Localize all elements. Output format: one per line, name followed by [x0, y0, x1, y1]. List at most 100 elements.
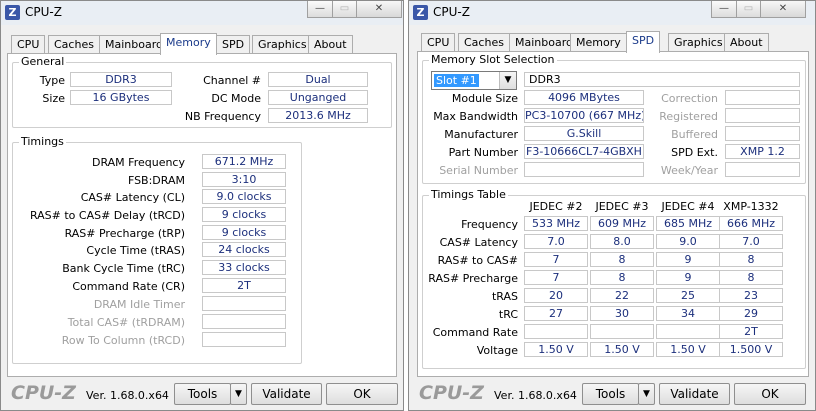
- window-title: CPU-Z: [433, 5, 470, 19]
- tools-button[interactable]: Tools: [582, 383, 639, 405]
- spd-panel: Memory Slot Selection Slot #1 ▼ DDR3 Mod…: [417, 51, 809, 377]
- title-bar[interactable]: Z CPU-Z — ▭ ✕: [409, 1, 815, 25]
- table-cell: 1.50 V: [656, 342, 720, 357]
- voltage-label: Voltage: [476, 344, 518, 357]
- close-button[interactable]: ✕: [760, 1, 806, 18]
- buffered-value: [725, 126, 800, 141]
- table-cell: 9: [656, 270, 720, 285]
- nb-frequency-value: 2013.6 MHz: [268, 108, 368, 123]
- trc-label: tRC: [498, 308, 518, 321]
- serial-number-label: Serial Number: [439, 164, 518, 177]
- header-jedec-4: JEDEC #4: [661, 200, 715, 213]
- cas-latency-label: CAS# Latency: [439, 236, 518, 249]
- slot-select-value: Slot #1: [434, 74, 479, 87]
- timings-table-label: Timings Table: [429, 188, 508, 201]
- trcd-value: 9 clocks: [202, 207, 286, 222]
- validate-button[interactable]: Validate: [659, 383, 730, 405]
- dram-idle-timer-value: [202, 296, 286, 311]
- cpuz-window-memory: Z CPU-Z — ▭ ✕ CPU Caches Mainboard Memor…: [0, 0, 404, 411]
- header-xmp-1332: XMP-1332: [723, 200, 779, 213]
- ok-button[interactable]: OK: [734, 383, 806, 405]
- cpuz-logo-icon: Z: [413, 5, 428, 20]
- tab-about[interactable]: About: [724, 33, 769, 52]
- slot-selection-label: Memory Slot Selection: [429, 53, 557, 66]
- tab-memory[interactable]: Memory: [160, 33, 217, 55]
- table-cell: [590, 324, 654, 339]
- table-cell: 2T: [719, 324, 783, 339]
- minimize-button[interactable]: —: [307, 1, 333, 18]
- channel-label: Channel #: [203, 74, 261, 87]
- table-cell: 1.500 V: [719, 342, 783, 357]
- tab-caches[interactable]: Caches: [458, 33, 510, 52]
- tab-spd[interactable]: SPD: [216, 35, 251, 54]
- module-size-value: 4096 MBytes: [524, 90, 644, 105]
- ras-to-cas-label: RAS# to CAS#: [437, 254, 518, 267]
- table-cell: 34: [656, 306, 720, 321]
- title-bar[interactable]: Z CPU-Z — ▭ ✕: [1, 1, 403, 25]
- table-cell: 7.0: [719, 234, 783, 249]
- close-button[interactable]: ✕: [356, 1, 402, 18]
- timings-table-group: Timings Table JEDEC #2 JEDEC #3 JEDEC #4…: [422, 188, 806, 369]
- size-value: 16 GBytes: [70, 90, 172, 105]
- table-cell: 8: [590, 252, 654, 267]
- general-group: General Type DDR3 Size 16 GBytes Channel…: [12, 55, 392, 128]
- total-cas-value: [202, 314, 286, 329]
- dram-frequency-value: 671.2 MHz: [202, 154, 286, 169]
- table-cell: 609 MHz: [590, 216, 654, 231]
- trc-value: 33 clocks: [202, 260, 286, 275]
- tab-graphics[interactable]: Graphics: [668, 33, 729, 52]
- table-cell: 30: [590, 306, 654, 321]
- tools-dropdown-button[interactable]: ▼: [230, 383, 247, 405]
- tab-cpu[interactable]: CPU: [11, 35, 46, 54]
- tools-button[interactable]: Tools: [174, 383, 231, 405]
- slot-select[interactable]: Slot #1 ▼: [431, 71, 517, 90]
- table-cell: 25: [656, 288, 720, 303]
- table-cell: [656, 324, 720, 339]
- validate-button-label: Validate: [670, 387, 719, 401]
- type-label: Type: [39, 74, 65, 87]
- table-cell: 685 MHz: [656, 216, 720, 231]
- spd-ext-value: XMP 1.2: [725, 144, 800, 159]
- timings-group-label: Timings: [19, 135, 66, 148]
- tab-graphics[interactable]: Graphics: [252, 35, 313, 54]
- table-cell: 666 MHz: [719, 216, 783, 231]
- tab-mainboard[interactable]: Mainboard: [509, 33, 580, 52]
- tab-spd[interactable]: SPD: [626, 31, 661, 53]
- part-number-value: F3-10666CL7-4GBXH: [524, 144, 644, 159]
- ok-button[interactable]: OK: [326, 383, 398, 405]
- tab-mainboard[interactable]: Mainboard: [99, 35, 170, 54]
- fsb-dram-label: FSB:DRAM: [127, 174, 185, 187]
- tab-memory[interactable]: Memory: [570, 33, 627, 52]
- ras-precharge-label: RAS# Precharge: [428, 272, 518, 285]
- version-label: Ver. 1.68.0.x64: [86, 389, 169, 402]
- tab-about[interactable]: About: [308, 35, 353, 54]
- total-cas-label: Total CAS# (tRDRAM): [67, 316, 185, 329]
- timings-group: Timings DRAM Frequency 671.2 MHz FSB:DRA…: [12, 135, 302, 364]
- tools-dropdown-button[interactable]: ▼: [638, 383, 655, 405]
- tab-caches[interactable]: Caches: [48, 35, 100, 54]
- manufacturer-label: Manufacturer: [444, 128, 518, 141]
- maximize-button[interactable]: ▭: [332, 1, 357, 18]
- part-number-label: Part Number: [448, 146, 518, 159]
- trp-label: RAS# Precharge (tRP): [64, 227, 185, 240]
- maximize-button[interactable]: ▭: [736, 1, 761, 18]
- command-rate-value: 2T: [202, 278, 286, 293]
- week-year-label: Week/Year: [660, 164, 718, 177]
- cas-latency-label: CAS# Latency (CL): [80, 191, 185, 204]
- table-cell: 22: [590, 288, 654, 303]
- table-cell: 8: [590, 270, 654, 285]
- slot-selection-group: Memory Slot Selection Slot #1 ▼ DDR3 Mod…: [422, 53, 806, 184]
- row-to-column-label: Row To Column (tRCD): [61, 334, 185, 347]
- validate-button[interactable]: Validate: [251, 383, 322, 405]
- command-rate-label: Command Rate (CR): [72, 280, 185, 293]
- minimize-button[interactable]: —: [711, 1, 737, 18]
- table-cell: 1.50 V: [524, 342, 588, 357]
- table-cell: 7: [524, 252, 588, 267]
- header-jedec-3: JEDEC #3: [595, 200, 649, 213]
- tab-cpu[interactable]: CPU: [421, 33, 456, 52]
- registered-label: Registered: [659, 110, 718, 123]
- dc-mode-label: DC Mode: [211, 92, 261, 105]
- cpuz-logo-icon: Z: [5, 5, 20, 20]
- table-cell: 7: [524, 270, 588, 285]
- buffered-label: Buffered: [671, 128, 718, 141]
